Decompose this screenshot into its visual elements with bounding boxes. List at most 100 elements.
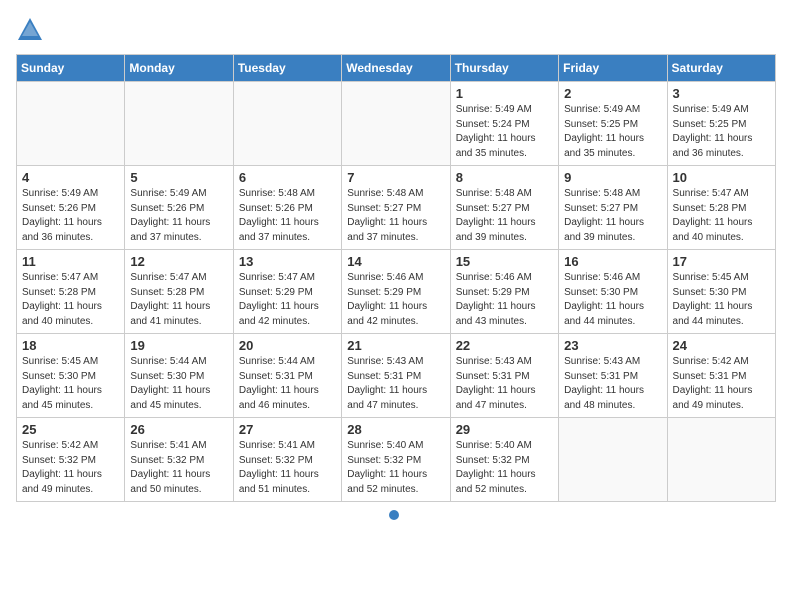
calendar-cell: 7Sunrise: 5:48 AMSunset: 5:27 PMDaylight…	[342, 166, 450, 250]
day-header-sunday: Sunday	[17, 55, 125, 82]
calendar-cell: 12 Sunrise: 5:47 AMSunset: 5:28 PMDayligh…	[125, 250, 233, 334]
day-number: 15	[456, 254, 553, 269]
legend-dot	[389, 510, 399, 520]
calendar-cell	[233, 82, 341, 166]
day-number: 12	[130, 254, 227, 269]
calendar-week-row: 25Sunrise: 5:42 AMSunset: 5:32 PMDayligh…	[17, 418, 776, 502]
calendar-cell: 17 Sunrise: 5:45 AMSunset: 5:30 PMDayligh…	[667, 250, 775, 334]
calendar-cell: 15 Sunrise: 5:46 AMSunset: 5:29 PMDayligh…	[450, 250, 558, 334]
day-number: 13	[239, 254, 336, 269]
calendar-cell: 3Sunrise: 5:49 AMSunset: 5:25 PMDaylight…	[667, 82, 775, 166]
calendar-cell: 8 Sunrise: 5:48 AMSunset: 5:27 PMDaylight…	[450, 166, 558, 250]
calendar-cell: 18Sunrise: 5:45 AMSunset: 5:30 PMDayligh…	[17, 334, 125, 418]
calendar-cell: 20 Sunrise: 5:44 AMSunset: 5:31 PMDayligh…	[233, 334, 341, 418]
day-number: 2	[564, 86, 661, 101]
day-header-thursday: Thursday	[450, 55, 558, 82]
day-number: 8	[456, 170, 553, 185]
day-number: 17	[673, 254, 770, 269]
calendar-cell: 21Sunrise: 5:43 AMSunset: 5:31 PMDayligh…	[342, 334, 450, 418]
day-number: 20	[239, 338, 336, 353]
calendar-week-row: 18Sunrise: 5:45 AMSunset: 5:30 PMDayligh…	[17, 334, 776, 418]
day-number: 4	[22, 170, 119, 185]
day-number: 10	[673, 170, 770, 185]
legend	[16, 510, 776, 520]
cell-info: Sunrise: 5:44 AMSunset: 5:30 PMDaylight:…	[130, 355, 227, 413]
logo-icon	[16, 16, 44, 44]
calendar-cell: 9Sunrise: 5:48 AMSunset: 5:27 PMDaylight…	[559, 166, 667, 250]
day-number: 16	[564, 254, 661, 269]
day-header-wednesday: Wednesday	[342, 55, 450, 82]
cell-info: Sunrise: 5:48 AMSunset: 5:27 PMDaylight:…	[456, 187, 553, 245]
day-header-friday: Friday	[559, 55, 667, 82]
calendar-cell: 13 Sunrise: 5:47 AMSunset: 5:29 PMDayligh…	[233, 250, 341, 334]
calendar-week-row: 11 Sunrise: 5:47 AMSunset: 5:28 PMDayligh…	[17, 250, 776, 334]
cell-info: Sunrise: 5:47 AMSunset: 5:28 PMDaylight:…	[673, 187, 770, 245]
day-number: 29	[456, 422, 553, 437]
cell-info: Sunrise: 5:43 AMSunset: 5:31 PMDaylight:…	[456, 355, 553, 413]
page-header	[16, 16, 776, 44]
calendar-cell: 24 Sunrise: 5:42 AMSunset: 5:31 PMDayligh…	[667, 334, 775, 418]
calendar-cell: 2 Sunrise: 5:49 AMSunset: 5:25 PMDaylight…	[559, 82, 667, 166]
day-number: 26	[130, 422, 227, 437]
calendar-cell: 11 Sunrise: 5:47 AMSunset: 5:28 PMDayligh…	[17, 250, 125, 334]
calendar-cell: 5Sunrise: 5:49 AMSunset: 5:26 PMDaylight…	[125, 166, 233, 250]
calendar-cell	[125, 82, 233, 166]
calendar-cell: 14 Sunrise: 5:46 AMSunset: 5:29 PMDayligh…	[342, 250, 450, 334]
cell-info: Sunrise: 5:49 AMSunset: 5:26 PMDaylight:…	[130, 187, 227, 245]
day-header-tuesday: Tuesday	[233, 55, 341, 82]
day-header-saturday: Saturday	[667, 55, 775, 82]
cell-info: Sunrise: 5:49 AMSunset: 5:25 PMDaylight:…	[564, 103, 661, 161]
day-number: 23	[564, 338, 661, 353]
calendar-cell: 29 Sunrise: 5:40 AMSunset: 5:32 PMDayligh…	[450, 418, 558, 502]
cell-info: Sunrise: 5:48 AMSunset: 5:27 PMDaylight:…	[564, 187, 661, 245]
day-number: 21	[347, 338, 444, 353]
day-number: 11	[22, 254, 119, 269]
cell-info: Sunrise: 5:41 AMSunset: 5:32 PMDaylight:…	[130, 439, 227, 497]
calendar-cell	[17, 82, 125, 166]
day-number: 22	[456, 338, 553, 353]
calendar-cell: 6 Sunrise: 5:48 AMSunset: 5:26 PMDaylight…	[233, 166, 341, 250]
cell-info: Sunrise: 5:45 AMSunset: 5:30 PMDaylight:…	[673, 271, 770, 329]
day-number: 14	[347, 254, 444, 269]
cell-info: Sunrise: 5:49 AMSunset: 5:26 PMDaylight:…	[22, 187, 119, 245]
calendar-cell: 27 Sunrise: 5:41 AMSunset: 5:32 PMDayligh…	[233, 418, 341, 502]
cell-info: Sunrise: 5:46 AMSunset: 5:29 PMDaylight:…	[347, 271, 444, 329]
cell-info: Sunrise: 5:46 AMSunset: 5:29 PMDaylight:…	[456, 271, 553, 329]
calendar-cell: 25Sunrise: 5:42 AMSunset: 5:32 PMDayligh…	[17, 418, 125, 502]
calendar-cell: 1 Sunrise: 5:49 AMSunset: 5:24 PMDaylight…	[450, 82, 558, 166]
cell-info: Sunrise: 5:47 AMSunset: 5:28 PMDaylight:…	[130, 271, 227, 329]
calendar-cell	[342, 82, 450, 166]
calendar-cell: 22 Sunrise: 5:43 AMSunset: 5:31 PMDayligh…	[450, 334, 558, 418]
calendar-header-row: SundayMondayTuesdayWednesdayThursdayFrid…	[17, 55, 776, 82]
cell-info: Sunrise: 5:44 AMSunset: 5:31 PMDaylight:…	[239, 355, 336, 413]
cell-info: Sunrise: 5:48 AMSunset: 5:26 PMDaylight:…	[239, 187, 336, 245]
cell-info: Sunrise: 5:47 AMSunset: 5:29 PMDaylight:…	[239, 271, 336, 329]
calendar-week-row: 1 Sunrise: 5:49 AMSunset: 5:24 PMDaylight…	[17, 82, 776, 166]
day-number: 18	[22, 338, 119, 353]
cell-info: Sunrise: 5:40 AMSunset: 5:32 PMDaylight:…	[456, 439, 553, 497]
calendar-cell: 16Sunrise: 5:46 AMSunset: 5:30 PMDayligh…	[559, 250, 667, 334]
cell-info: Sunrise: 5:48 AMSunset: 5:27 PMDaylight:…	[347, 187, 444, 245]
cell-info: Sunrise: 5:47 AMSunset: 5:28 PMDaylight:…	[22, 271, 119, 329]
day-number: 1	[456, 86, 553, 101]
day-number: 3	[673, 86, 770, 101]
cell-info: Sunrise: 5:40 AMSunset: 5:32 PMDaylight:…	[347, 439, 444, 497]
calendar-cell: 4 Sunrise: 5:49 AMSunset: 5:26 PMDaylight…	[17, 166, 125, 250]
calendar-cell	[667, 418, 775, 502]
calendar-cell: 19 Sunrise: 5:44 AMSunset: 5:30 PMDayligh…	[125, 334, 233, 418]
cell-info: Sunrise: 5:42 AMSunset: 5:32 PMDaylight:…	[22, 439, 119, 497]
cell-info: Sunrise: 5:49 AMSunset: 5:24 PMDaylight:…	[456, 103, 553, 161]
cell-info: Sunrise: 5:41 AMSunset: 5:32 PMDaylight:…	[239, 439, 336, 497]
day-number: 28	[347, 422, 444, 437]
cell-info: Sunrise: 5:42 AMSunset: 5:31 PMDaylight:…	[673, 355, 770, 413]
day-number: 6	[239, 170, 336, 185]
day-number: 24	[673, 338, 770, 353]
logo	[16, 16, 48, 44]
calendar-cell: 26 Sunrise: 5:41 AMSunset: 5:32 PMDayligh…	[125, 418, 233, 502]
day-number: 19	[130, 338, 227, 353]
calendar-week-row: 4 Sunrise: 5:49 AMSunset: 5:26 PMDaylight…	[17, 166, 776, 250]
cell-info: Sunrise: 5:43 AMSunset: 5:31 PMDaylight:…	[564, 355, 661, 413]
legend-item-daylight	[389, 510, 403, 520]
calendar-cell: 10 Sunrise: 5:47 AMSunset: 5:28 PMDayligh…	[667, 166, 775, 250]
day-number: 27	[239, 422, 336, 437]
